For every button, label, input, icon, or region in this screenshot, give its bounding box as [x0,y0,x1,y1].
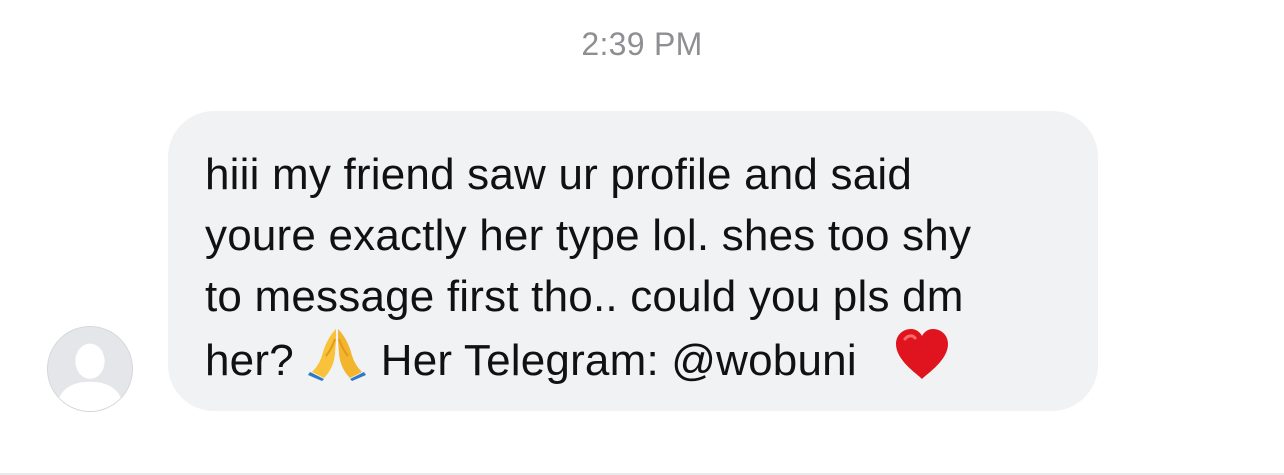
incoming-message-row: hiii my friend saw ur profile and said y… [0,0,1284,475]
message-bubble[interactable]: hiii my friend saw ur profile and said y… [168,111,1098,411]
message-line-3: to message first tho.. could you pls dm [205,272,964,321]
folded-hands-emoji [306,327,368,381]
message-text: hiii my friend saw ur profile and said y… [205,144,1068,391]
message-line-2: youre exactly her type lol. shes too shy [205,211,972,260]
sender-avatar[interactable] [47,326,133,412]
red-heart-emoji [893,327,951,381]
default-person-icon [48,327,132,411]
telegram-handle-text: Her Telegram: @wobuni [380,336,857,385]
message-line-4-start: her? [205,336,294,385]
message-line-1: hiii my friend saw ur profile and said [205,150,913,199]
